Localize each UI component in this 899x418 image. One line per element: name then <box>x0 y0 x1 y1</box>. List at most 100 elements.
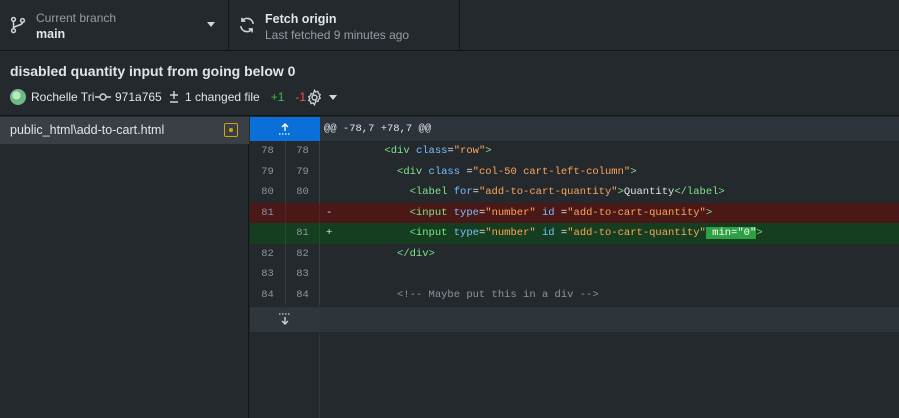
diff-line-context[interactable]: 79 79 <div class ="col-50 cart-left-colum… <box>250 161 899 182</box>
code-token: </label> <box>674 186 725 198</box>
code-token: min="0" <box>705 227 757 239</box>
commit-author: Rochelle Tri <box>10 88 94 106</box>
gear-icon <box>307 88 322 106</box>
code-token: </div> <box>397 247 435 260</box>
branch-label: Current branch <box>36 11 117 25</box>
new-line-number: 82 <box>285 243 320 264</box>
code-content: </div> <box>334 244 435 264</box>
new-line-number: 78 <box>285 141 320 162</box>
code-token: "add-to-cart-quantity" <box>567 206 706 219</box>
diff-line-context[interactable]: 84 84 <!-- Maybe put this in a div --> <box>250 284 899 305</box>
diff-icon <box>170 91 178 103</box>
code-token: class <box>415 145 448 157</box>
code-token: Quantity <box>623 186 675 198</box>
avatar <box>10 89 26 105</box>
code-content: <!-- Maybe put this in a div --> <box>334 285 599 305</box>
code-token: "add-to-cart-quantity" <box>567 227 706 239</box>
changed-files-list: public_html\add-to-cart.html <box>0 117 249 418</box>
expand-down-row <box>250 307 899 332</box>
code-token: "col-50 cart-left-column" <box>472 165 631 178</box>
expand-down-button[interactable] <box>250 307 320 332</box>
code-token: <input <box>409 206 454 219</box>
expand-up-icon <box>279 123 291 135</box>
code-token: for <box>453 186 473 198</box>
fetch-label: Fetch origin <box>265 12 337 26</box>
code-content: <input type="number" id ="add-to-cart-qu… <box>334 223 763 243</box>
sha-text: 971a765 <box>115 90 162 104</box>
expand-down-icon <box>279 313 291 325</box>
code-token: id <box>542 206 561 219</box>
old-line-number <box>250 223 285 244</box>
old-line-number: 78 <box>261 145 274 157</box>
code-token: "number" <box>485 227 536 239</box>
gutter-filler <box>250 332 320 418</box>
new-line-number: 80 <box>285 182 320 203</box>
hunk-header: @@ -78,7 +78,7 @@ <box>250 117 899 141</box>
diff-marker: - <box>326 206 333 219</box>
code-token: <label <box>409 186 454 198</box>
git-branch-icon <box>10 16 26 34</box>
diff-line-context[interactable]: 78 78 <div class="row"> <box>250 141 899 162</box>
commit-header: disabled quantity input from going below… <box>0 52 899 116</box>
git-commit-icon <box>95 93 111 101</box>
chevron-down-icon <box>329 94 337 100</box>
diff-line-context[interactable]: 80 80 <label for="add-to-cart-quantity">Q… <box>250 182 899 203</box>
chevron-down-icon <box>207 22 215 27</box>
code-token: type <box>453 206 479 219</box>
fetch-origin-button[interactable]: Fetch origin Last fetched 9 minutes ago <box>229 0 460 51</box>
code-token: > <box>756 227 763 239</box>
new-line-number: 81 <box>285 223 320 244</box>
file-list-item[interactable]: public_html\add-to-cart.html <box>0 117 249 144</box>
old-line-number: 82 <box>261 247 274 260</box>
changed-files-text: 1 changed file <box>185 90 260 104</box>
old-line-number: 83 <box>261 268 274 280</box>
new-line-number: 79 <box>285 161 320 182</box>
diff-view: @@ -78,7 +78,7 @@ 78 78 <div class="row">… <box>250 117 899 418</box>
diff-line-deleted[interactable]: 81 - <input type="number" id ="add-to-car… <box>250 202 899 223</box>
commit-sha: 971a765 <box>95 88 162 106</box>
new-line-number <box>285 202 320 223</box>
code-token: id <box>542 227 561 239</box>
sync-icon <box>240 17 254 33</box>
expand-up-button[interactable] <box>250 117 320 141</box>
diff-settings-button[interactable] <box>306 88 337 106</box>
code-content: <input type="number" id ="add-to-cart-qu… <box>334 203 713 223</box>
diff-line-added[interactable]: 81 + <input type="number" id ="add-to-car… <box>250 223 899 244</box>
deletions-count: -1 <box>295 90 307 104</box>
code-content: <label for="add-to-cart-quantity">Quanti… <box>334 182 725 202</box>
code-token: "row" <box>453 145 486 157</box>
code-token: <div <box>397 165 429 178</box>
code-token: "add-to-cart-quantity" <box>478 186 618 198</box>
diff-line-context[interactable]: 83 83 <box>250 264 899 285</box>
hunk-header-text: @@ -78,7 +78,7 @@ <box>324 123 432 135</box>
code-token: <input <box>409 227 454 239</box>
toolbar: Current branch main Fetch origin Last fe… <box>0 0 899 51</box>
last-fetched-text: Last fetched 9 minutes ago <box>265 28 410 42</box>
code-token: > <box>485 145 492 157</box>
diff-line-context[interactable]: 82 82 </div> <box>250 243 899 264</box>
commit-title: disabled quantity input from going below… <box>10 63 296 79</box>
code-token: class <box>428 165 467 178</box>
new-line-number: 83 <box>285 264 320 285</box>
old-line-number: 84 <box>261 288 274 301</box>
code-token: > <box>705 206 713 219</box>
code-token: <!-- Maybe put this in a div --> <box>397 288 599 301</box>
diff-marker: + <box>326 227 333 239</box>
current-branch-button[interactable]: Current branch main <box>0 0 229 51</box>
additions-count: +1 <box>270 90 285 104</box>
old-line-number: 79 <box>261 165 274 178</box>
old-line-number: 81 <box>250 202 285 223</box>
code-token: type <box>453 227 479 239</box>
file-path: public_html\add-to-cart.html <box>10 123 165 137</box>
branch-name: main <box>36 27 66 41</box>
modified-icon <box>224 123 238 137</box>
new-line-number: 84 <box>285 284 320 305</box>
code-token: > <box>630 165 637 178</box>
code-token: "number" <box>485 206 536 219</box>
